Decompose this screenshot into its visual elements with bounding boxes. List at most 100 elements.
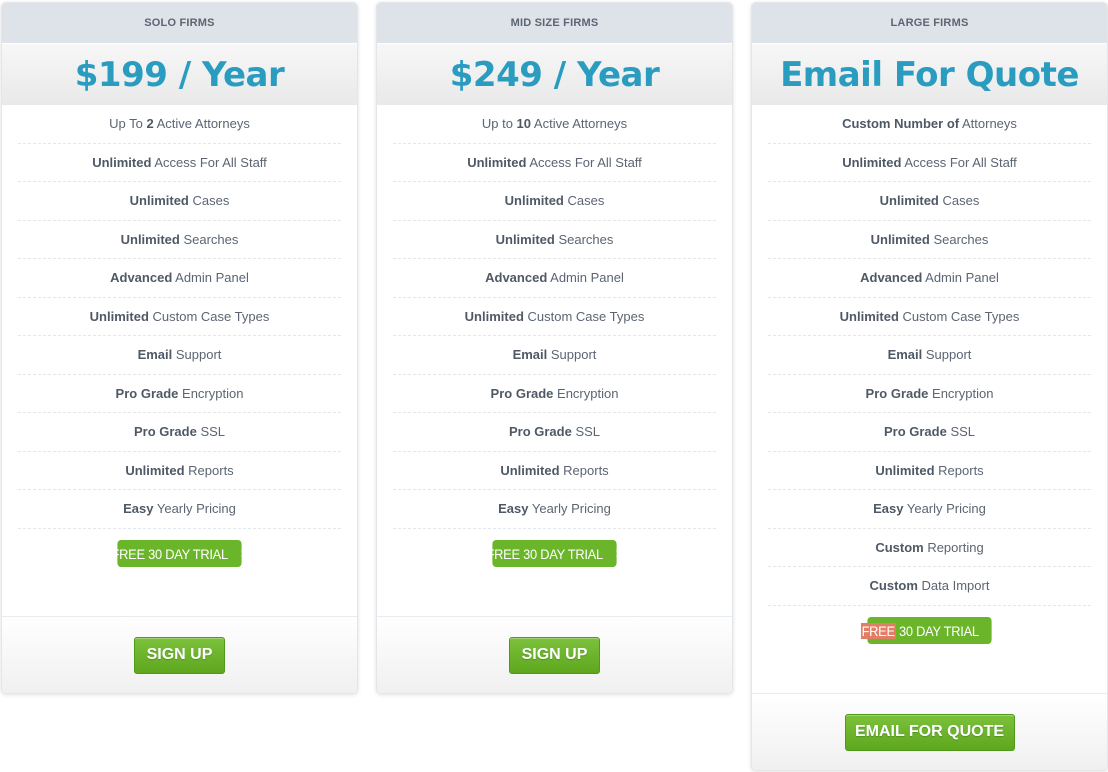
feature-emphasis: Email [137, 347, 173, 363]
feature-text: Custom Case Types [523, 308, 645, 324]
feature-text: Cases [188, 193, 230, 209]
feature-item: Easy Yearly Pricing [768, 490, 1091, 529]
feature-item: Custom Data Import [768, 567, 1091, 606]
feature-text: SSL [946, 424, 976, 440]
chevron-right-icon: > [615, 546, 623, 561]
feature-emphasis: Easy [873, 501, 904, 517]
pricing-card-solo: SOLO FIRMS $199 / Year Up To 2 Active At… [1, 2, 358, 694]
feature-text: Access For All Staff [526, 154, 642, 170]
feature-item: Unlimited Reports [768, 452, 1091, 490]
trial-label-first: FREE [486, 545, 521, 562]
feature-item: Unlimited Access For All Staff [18, 144, 341, 182]
feature-item: Unlimited Reports [393, 452, 716, 490]
feature-emphasis: Unlimited [500, 462, 560, 478]
feature-emphasis: Unlimited [120, 231, 180, 247]
feature-item: Email Support [393, 336, 716, 375]
sign-up-button[interactable]: SIGN UP [509, 636, 600, 674]
feature-list: Up to 10 Active Attorneys Unlimited Acces… [377, 105, 732, 529]
plan-price: Email For Quote [752, 43, 1107, 105]
feature-list: Custom Number of Attorneys Unlimited Acce… [752, 105, 1107, 606]
feature-emphasis: Unlimited [875, 462, 935, 478]
feature-emphasis: Pro Grade [115, 385, 179, 401]
feature-item: Pro Grade SSL [768, 413, 1091, 452]
trial-label-rest: 30 DAY TRIAL [895, 622, 979, 639]
feature-emphasis: Pro Grade [508, 424, 572, 440]
feature-emphasis: Unlimited [870, 231, 930, 247]
feature-emphasis: Custom [869, 578, 918, 594]
feature-item: Pro Grade Encryption [393, 375, 716, 413]
feature-item: Unlimited Searches [768, 221, 1091, 259]
feature-text: SSL [196, 424, 226, 440]
plan-footer: EMAIL FOR QUOTE [752, 693, 1107, 770]
feature-emphasis: Unlimited [89, 308, 149, 324]
feature-emphasis: Easy [123, 501, 154, 517]
feature-item: Unlimited Access For All Staff [393, 144, 716, 182]
feature-text: Support [922, 347, 972, 363]
feature-item: Pro Grade Encryption [768, 375, 1091, 413]
free-trial-button[interactable]: FREE 30 DAY TRIAL > [112, 540, 248, 567]
feature-item: Unlimited Custom Case Types [18, 298, 341, 336]
feature-emphasis: 10 [516, 116, 532, 132]
trial-label-rest: 30 DAY TRIAL [519, 545, 603, 562]
feature-emphasis: Custom Number of [842, 116, 960, 132]
feature-text: Custom Case Types [148, 308, 270, 324]
feature-text: Admin Panel [922, 270, 999, 286]
feature-item: Unlimited Searches [18, 221, 341, 259]
feature-emphasis: 2 [146, 116, 154, 132]
feature-item: Pro Grade SSL [18, 413, 341, 452]
feature-text: Cases [938, 193, 980, 209]
feature-text: Reports [559, 462, 609, 478]
feature-item: Advanced Admin Panel [393, 259, 716, 298]
feature-emphasis: Unlimited [129, 193, 189, 209]
plan-price: $249 / Year [377, 43, 732, 105]
feature-list: Up To 2 Active Attorneys Unlimited Access… [2, 105, 357, 529]
feature-text: Support [547, 347, 597, 363]
feature-emphasis: Unlimited [464, 308, 524, 324]
pricing-card-mid-size: MID SIZE FIRMS $249 / Year Up to 10 Acti… [376, 2, 733, 694]
feature-text: Encryption [553, 385, 619, 401]
feature-text: Access For All Staff [901, 154, 1017, 170]
feature-emphasis: Unlimited [467, 154, 527, 170]
feature-item: Custom Reporting [768, 529, 1091, 567]
feature-emphasis: Advanced [860, 270, 923, 286]
feature-text: Up To [109, 116, 147, 132]
feature-item: Unlimited Cases [393, 182, 716, 221]
trial-wrap: FREE 30 DAY TRIAL > [752, 606, 1107, 656]
trial-label-rest: 30 DAY TRIAL [144, 545, 228, 562]
plan-tier-label: MID SIZE FIRMS [377, 3, 732, 43]
feature-text: Reports [934, 462, 984, 478]
trial-label-first-highlighted: FREE [860, 622, 896, 639]
feature-item: Up To 2 Active Attorneys [18, 105, 341, 144]
feature-emphasis: Unlimited [504, 193, 564, 209]
feature-text: Admin Panel [547, 270, 624, 286]
feature-text: Encryption [928, 385, 994, 401]
chevron-right-icon: > [240, 546, 248, 561]
feature-emphasis: Unlimited [125, 462, 185, 478]
feature-text: Support [172, 347, 222, 363]
plan-tier-label: LARGE FIRMS [752, 3, 1107, 43]
plan-tier-label: SOLO FIRMS [2, 3, 357, 43]
sign-up-button[interactable]: SIGN UP [134, 636, 225, 674]
free-trial-button[interactable]: FREE 30 DAY TRIAL > [487, 540, 623, 567]
feature-text: Yearly Pricing [903, 501, 986, 517]
feature-text: Cases [563, 193, 605, 209]
free-trial-button[interactable]: FREE 30 DAY TRIAL > [860, 617, 999, 644]
feature-text: Encryption [178, 385, 244, 401]
feature-item: Unlimited Custom Case Types [393, 298, 716, 336]
feature-item: Unlimited Access For All Staff [768, 144, 1091, 182]
feature-emphasis: Pro Grade [865, 385, 929, 401]
feature-item: Email Support [18, 336, 341, 375]
feature-emphasis: Advanced [485, 270, 548, 286]
feature-emphasis: Advanced [110, 270, 173, 286]
email-for-quote-button[interactable]: EMAIL FOR QUOTE [844, 713, 1015, 751]
feature-text: Searches [929, 231, 989, 247]
feature-emphasis: Email [512, 347, 548, 363]
feature-text: Reporting [923, 539, 984, 555]
feature-item: Up to 10 Active Attorneys [393, 105, 716, 144]
feature-item: Advanced Admin Panel [18, 259, 341, 298]
feature-emphasis: Pro Grade [490, 385, 554, 401]
feature-text: Yearly Pricing [528, 501, 611, 517]
feature-item: Easy Yearly Pricing [18, 490, 341, 529]
feature-text: Reports [184, 462, 234, 478]
feature-item: Advanced Admin Panel [768, 259, 1091, 298]
